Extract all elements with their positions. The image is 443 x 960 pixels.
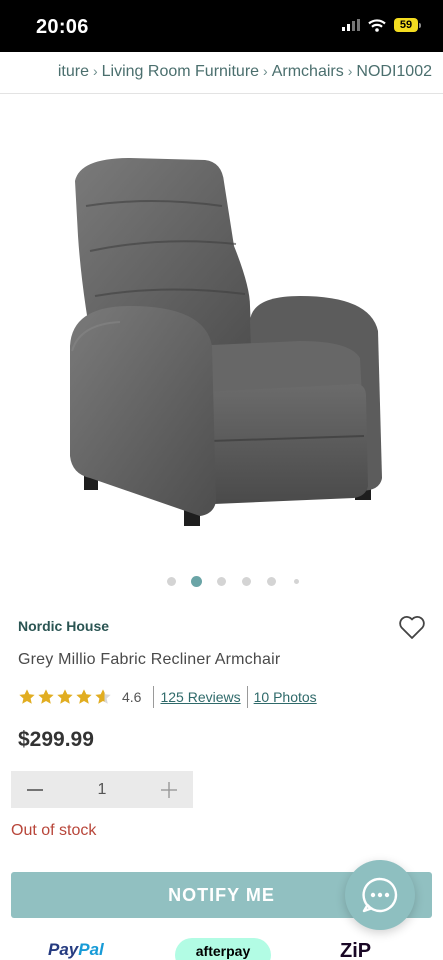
carousel-dot[interactable]: [294, 579, 299, 584]
photos-link[interactable]: 10 Photos: [254, 689, 317, 705]
star-icon: [38, 689, 54, 704]
afterpay-logo: afterpay: [175, 938, 271, 960]
divider: [246, 686, 248, 708]
paypal-pal: Pal: [78, 940, 104, 959]
carousel-dot[interactable]: [242, 577, 251, 586]
rating-row: 4.6 125 Reviews 10 Photos: [18, 686, 317, 708]
wifi-icon: [368, 18, 386, 32]
star-icon: [19, 689, 35, 704]
chat-button[interactable]: [345, 860, 415, 930]
carousel-dot[interactable]: [167, 577, 176, 586]
product-image: [70, 158, 382, 526]
battery-icon: 59: [394, 18, 421, 32]
minus-icon[interactable]: [23, 778, 47, 802]
carousel-dot[interactable]: [217, 577, 226, 586]
product-title: Grey Millio Fabric Recliner Armchair: [18, 651, 281, 668]
battery-level: 59: [394, 18, 418, 32]
star-half-icon: [95, 689, 111, 704]
divider: [153, 686, 155, 708]
breadcrumb-item-living-room[interactable]: Living Room Furniture: [102, 63, 259, 80]
breadcrumb-separator: ›: [263, 63, 268, 79]
paypal-pay: Pay: [48, 940, 79, 959]
carousel-dot[interactable]: [267, 577, 276, 586]
star-rating: [18, 688, 112, 706]
status-time: 20:06: [36, 16, 89, 38]
payment-methods: PayPal afterpay ZiP: [0, 932, 443, 960]
paypal-logo: PayPal: [48, 940, 104, 960]
quantity-value[interactable]: 1: [98, 781, 107, 799]
chat-icon: [362, 877, 398, 913]
carousel-indicators: [0, 572, 443, 592]
product-brand[interactable]: Nordic House: [18, 618, 109, 634]
breadcrumb: iture › Living Room Furniture › Armchairs › NO…: [0, 52, 443, 94]
breadcrumb-separator: ›: [92, 63, 98, 79]
breadcrumb-item-armchairs[interactable]: Armchairs: [272, 63, 344, 80]
zip-logo: ZiP: [340, 940, 372, 960]
signal-icon: [342, 19, 360, 31]
product-image-carousel[interactable]: [0, 96, 443, 558]
breadcrumb-separator: ›: [347, 63, 353, 79]
star-icon: [57, 689, 73, 704]
product-price: $299.99: [18, 728, 94, 751]
stock-status: Out of stock: [11, 822, 97, 839]
status-icons: 59: [342, 18, 421, 32]
star-icon: [76, 689, 92, 704]
breadcrumb-item-furniture[interactable]: iture: [58, 63, 89, 80]
plus-icon[interactable]: [157, 778, 181, 802]
carousel-dot-active[interactable]: [191, 576, 202, 587]
quantity-stepper: 1: [11, 771, 193, 808]
rating-value: 4.6: [122, 689, 142, 705]
reviews-link[interactable]: 125 Reviews: [160, 689, 240, 705]
heart-icon[interactable]: [398, 614, 426, 640]
status-bar: 20:06 59: [0, 0, 443, 52]
breadcrumb-item-current: NODI1002: [356, 63, 432, 80]
